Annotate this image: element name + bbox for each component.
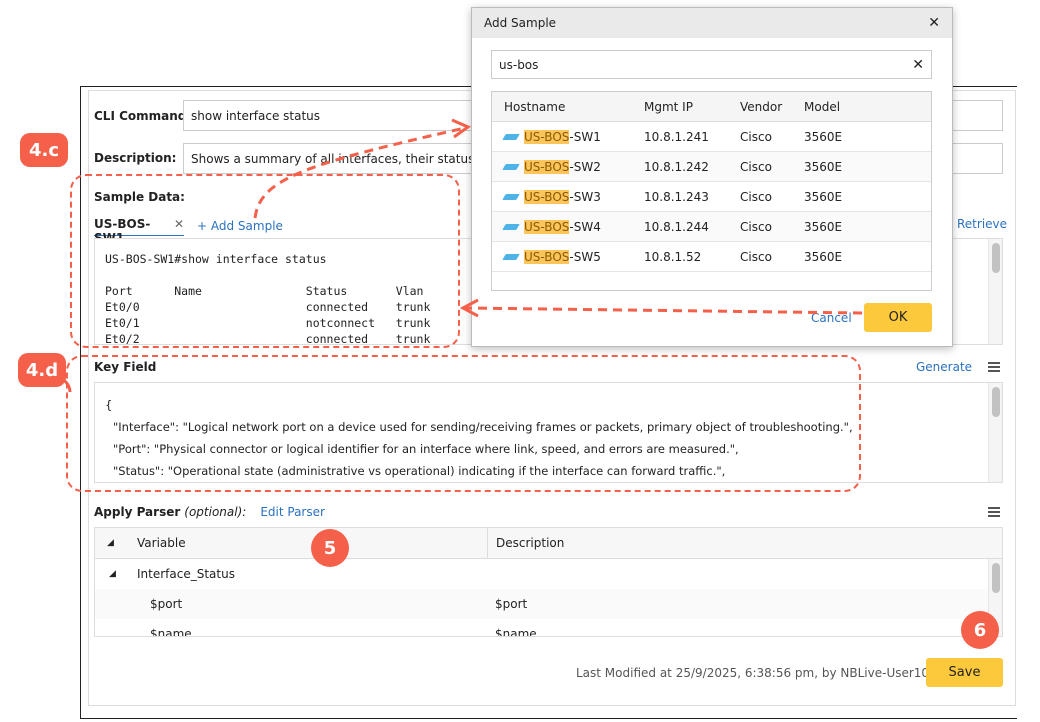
annotation-badge-4c: 4.c [20, 133, 68, 167]
annotation-arrows [55, 118, 863, 393]
annotation-badge-6: 6 [961, 611, 999, 649]
annotation-badge-4d: 4.d [18, 353, 66, 387]
annotation-badge-5: 5 [311, 529, 349, 567]
